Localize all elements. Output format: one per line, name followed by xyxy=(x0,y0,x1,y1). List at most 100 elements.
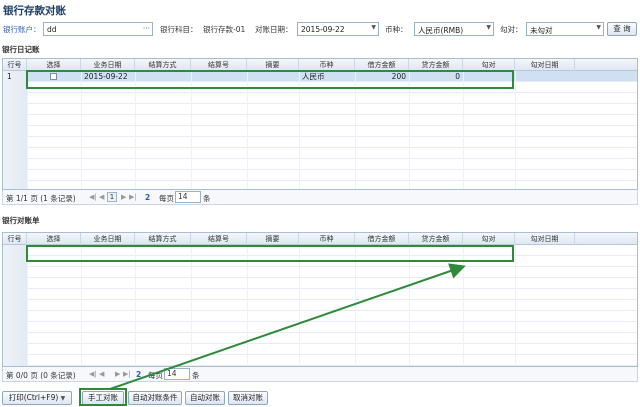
table-row[interactable] xyxy=(3,267,637,278)
credit-cell: 0 xyxy=(455,72,460,81)
grid-divider xyxy=(81,245,82,366)
last-page-icon[interactable]: ▶| xyxy=(123,370,131,378)
column-header[interactable]: 勾对日期 xyxy=(515,233,575,245)
column-header[interactable]: 借方金额 xyxy=(355,233,409,245)
select-checkbox[interactable] xyxy=(50,73,57,80)
row-number xyxy=(3,181,27,189)
grid-divider xyxy=(247,245,248,366)
column-header[interactable]: 勾对日期 xyxy=(515,59,575,71)
first-page-icon[interactable]: ◀| xyxy=(89,370,97,378)
column-header[interactable]: 业务日期 xyxy=(81,233,135,245)
table-row[interactable] xyxy=(3,311,637,322)
bank-account-label[interactable]: 银行账户： xyxy=(3,24,41,35)
column-header[interactable]: 币种 xyxy=(299,59,355,71)
row-number xyxy=(3,82,27,93)
column-header[interactable]: 币种 xyxy=(299,233,355,245)
column-header[interactable]: 选择 xyxy=(27,233,81,245)
grid-divider xyxy=(135,71,136,189)
column-header[interactable]: 结算号 xyxy=(191,59,247,71)
print-button-label: 打印(Ctrl+F9) xyxy=(8,393,59,402)
last-page-icon[interactable]: ▶| xyxy=(129,193,137,201)
query-button[interactable]: 查 询 xyxy=(607,22,637,36)
table-row[interactable] xyxy=(3,344,637,355)
table-row[interactable] xyxy=(3,355,637,366)
currency-select[interactable]: 人民币(RMB) ▼ xyxy=(414,22,494,36)
table-row[interactable] xyxy=(3,137,637,148)
column-header[interactable]: 选择 xyxy=(27,59,81,71)
row-number xyxy=(3,115,27,126)
table-row[interactable] xyxy=(3,115,637,126)
chevron-down-icon[interactable]: ▼ xyxy=(596,24,601,31)
grid-divider xyxy=(515,245,516,366)
column-header[interactable]: 贷方金额 xyxy=(409,233,463,245)
column-header[interactable]: 结算方式 xyxy=(135,233,191,245)
refresh-icon[interactable]: 2 xyxy=(136,370,141,379)
prev-page-icon[interactable]: ◀ xyxy=(99,193,104,201)
table-row[interactable] xyxy=(3,245,637,256)
ellipsis-icon[interactable]: ··· xyxy=(143,24,150,33)
row-number xyxy=(3,93,27,104)
refresh-icon[interactable]: 2 xyxy=(145,193,150,202)
journal-grid-header: 行号 选择 业务日期 结算方式 结算号 摘要 币种 借方金额 贷方金额 勾对 勾对日期 xyxy=(3,59,637,71)
bank-subject-value: 银行存款-01 xyxy=(203,25,246,34)
chevron-down-icon[interactable]: ▼ xyxy=(486,24,491,31)
next-page-icon[interactable]: ▶ xyxy=(115,370,120,378)
column-header[interactable]: 摘要 xyxy=(247,59,299,71)
column-header[interactable]: 借方金额 xyxy=(355,59,409,71)
table-row[interactable] xyxy=(3,322,637,333)
table-row[interactable] xyxy=(3,181,637,189)
row-number xyxy=(3,159,27,170)
column-header[interactable]: 行号 xyxy=(3,233,27,245)
table-row[interactable] xyxy=(3,289,637,300)
statement-per-page-input[interactable]: 14 xyxy=(164,368,190,380)
check-value: 未勾对 xyxy=(530,26,553,35)
table-row[interactable] xyxy=(3,170,637,181)
column-header[interactable]: 结算方式 xyxy=(135,59,191,71)
journal-per-page-input[interactable]: 14 xyxy=(175,191,201,203)
table-row[interactable] xyxy=(3,93,637,104)
bank-account-input[interactable]: dd ··· xyxy=(43,22,153,36)
table-row[interactable] xyxy=(3,256,637,267)
grid-divider xyxy=(191,71,192,189)
table-row[interactable] xyxy=(3,278,637,289)
table-row[interactable] xyxy=(3,126,637,137)
column-header[interactable]: 行号 xyxy=(3,59,27,71)
column-header[interactable]: 业务日期 xyxy=(81,59,135,71)
date-value: 2015-09-22 xyxy=(301,25,345,34)
grid-divider xyxy=(27,71,28,189)
table-row[interactable] xyxy=(3,333,637,344)
row-number xyxy=(3,300,27,311)
first-page-icon[interactable]: ◀| xyxy=(89,193,97,201)
prev-page-icon[interactable]: ◀ xyxy=(99,370,104,378)
row-number xyxy=(3,256,27,267)
journal-current-page[interactable]: 1 xyxy=(107,192,117,202)
column-header[interactable]: 摘要 xyxy=(247,233,299,245)
settle-no-cell xyxy=(194,71,244,82)
bank-subject-label: 银行科目： xyxy=(160,25,198,34)
print-button[interactable]: 打印(Ctrl+F9) ▼ xyxy=(2,391,72,405)
grid-divider xyxy=(515,71,516,189)
date-select[interactable]: 2015-09-22 ▼ xyxy=(297,22,379,36)
manual-reconcile-button[interactable]: 手工对账 xyxy=(82,391,124,405)
table-row[interactable] xyxy=(3,159,637,170)
grid-divider xyxy=(463,245,464,366)
next-page-icon[interactable]: ▶ xyxy=(121,193,126,201)
chevron-down-icon[interactable]: ▼ xyxy=(371,24,376,31)
table-row[interactable] xyxy=(3,148,637,159)
grid-divider xyxy=(27,245,28,366)
cancel-reconcile-button[interactable]: 取消对账 xyxy=(228,391,268,405)
check-select[interactable]: 未勾对 ▼ xyxy=(526,22,604,36)
auto-reconcile-condition-button[interactable]: 自动对账条件 xyxy=(128,391,182,405)
row-number xyxy=(3,355,27,366)
column-header[interactable]: 结算号 xyxy=(191,233,247,245)
row-number xyxy=(3,289,27,300)
auto-reconcile-button[interactable]: 自动对账 xyxy=(185,391,225,405)
column-header[interactable]: 贷方金额 xyxy=(409,59,463,71)
table-row[interactable]: 1 2015-09-22 人民币 200 0 xyxy=(3,71,637,82)
table-row[interactable] xyxy=(3,300,637,311)
column-header[interactable]: 勾对 xyxy=(463,59,515,71)
table-row[interactable] xyxy=(3,104,637,115)
table-row[interactable] xyxy=(3,82,637,93)
journal-pager: 第 1/1 页 (1 条记录) ◀| ◀ 1 ▶ ▶| 2 每页 14 条 xyxy=(2,190,638,205)
column-header[interactable]: 勾对 xyxy=(463,233,515,245)
